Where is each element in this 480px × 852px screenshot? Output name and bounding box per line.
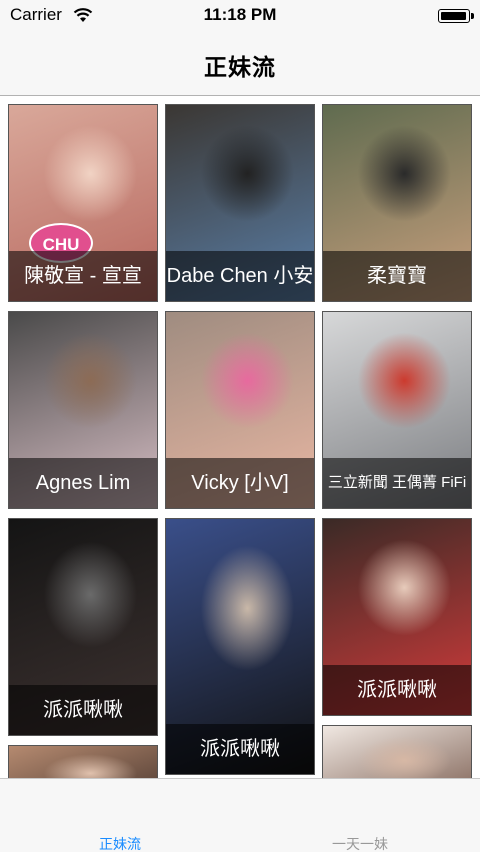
photo-card[interactable]: CHU 陳敬宣 - 宣宣 — [8, 104, 158, 302]
card-caption: 派派啾啾 — [323, 665, 471, 715]
photo-card[interactable]: 派派啾啾 — [8, 518, 158, 736]
status-time: 11:18 PM — [203, 5, 277, 24]
photo-card[interactable]: Dabe Chen 小安 — [165, 104, 315, 302]
card-caption: 柔寶寶 — [323, 251, 471, 301]
card-caption: Vicky [小V] — [166, 458, 314, 508]
card-caption: Agnes Lim — [9, 458, 157, 508]
photo-card[interactable] — [8, 745, 158, 778]
tab-label: 一天一妹 — [332, 836, 388, 852]
card-caption: 派派啾啾 — [166, 724, 314, 774]
card-caption: 派派啾啾 — [9, 685, 157, 735]
tab-bar: 正妹流 一天一妹 — [0, 778, 480, 852]
card-caption: 三立新聞 王偶菁 FiFi — [323, 458, 471, 508]
photo-card[interactable]: Agnes Lim — [8, 311, 158, 509]
photo-card[interactable] — [322, 725, 472, 778]
photo-card[interactable]: 派派啾啾 — [322, 518, 472, 716]
photo-card[interactable]: 派派啾啾 — [165, 518, 315, 775]
battery-icon — [438, 9, 474, 23]
card-caption: 陳敬宣 - 宣宣 — [9, 251, 157, 301]
navigation-bar: 正妹流 — [0, 32, 480, 96]
tab-label: 正妹流 — [99, 836, 141, 852]
card-caption: Dabe Chen 小安 — [166, 251, 314, 301]
photo-card[interactable]: Vicky [小V] — [165, 311, 315, 509]
page-title: 正妹流 — [204, 54, 276, 80]
tab-zhengmeiliu[interactable]: 正妹流 — [0, 779, 240, 852]
photo-card[interactable]: 三立新聞 王偶菁 FiFi — [322, 311, 472, 509]
photo-card[interactable]: 柔寶寶 — [322, 104, 472, 302]
photo — [323, 726, 471, 778]
photo — [9, 746, 157, 778]
photo-grid[interactable]: CHU 陳敬宣 - 宣宣 Dabe Chen 小安 柔寶寶 Agnes Lim … — [0, 97, 480, 778]
tab-yitianyimei[interactable]: 一天一妹 — [240, 779, 480, 852]
status-bar: Carrier 11:18 PM — [0, 0, 480, 32]
